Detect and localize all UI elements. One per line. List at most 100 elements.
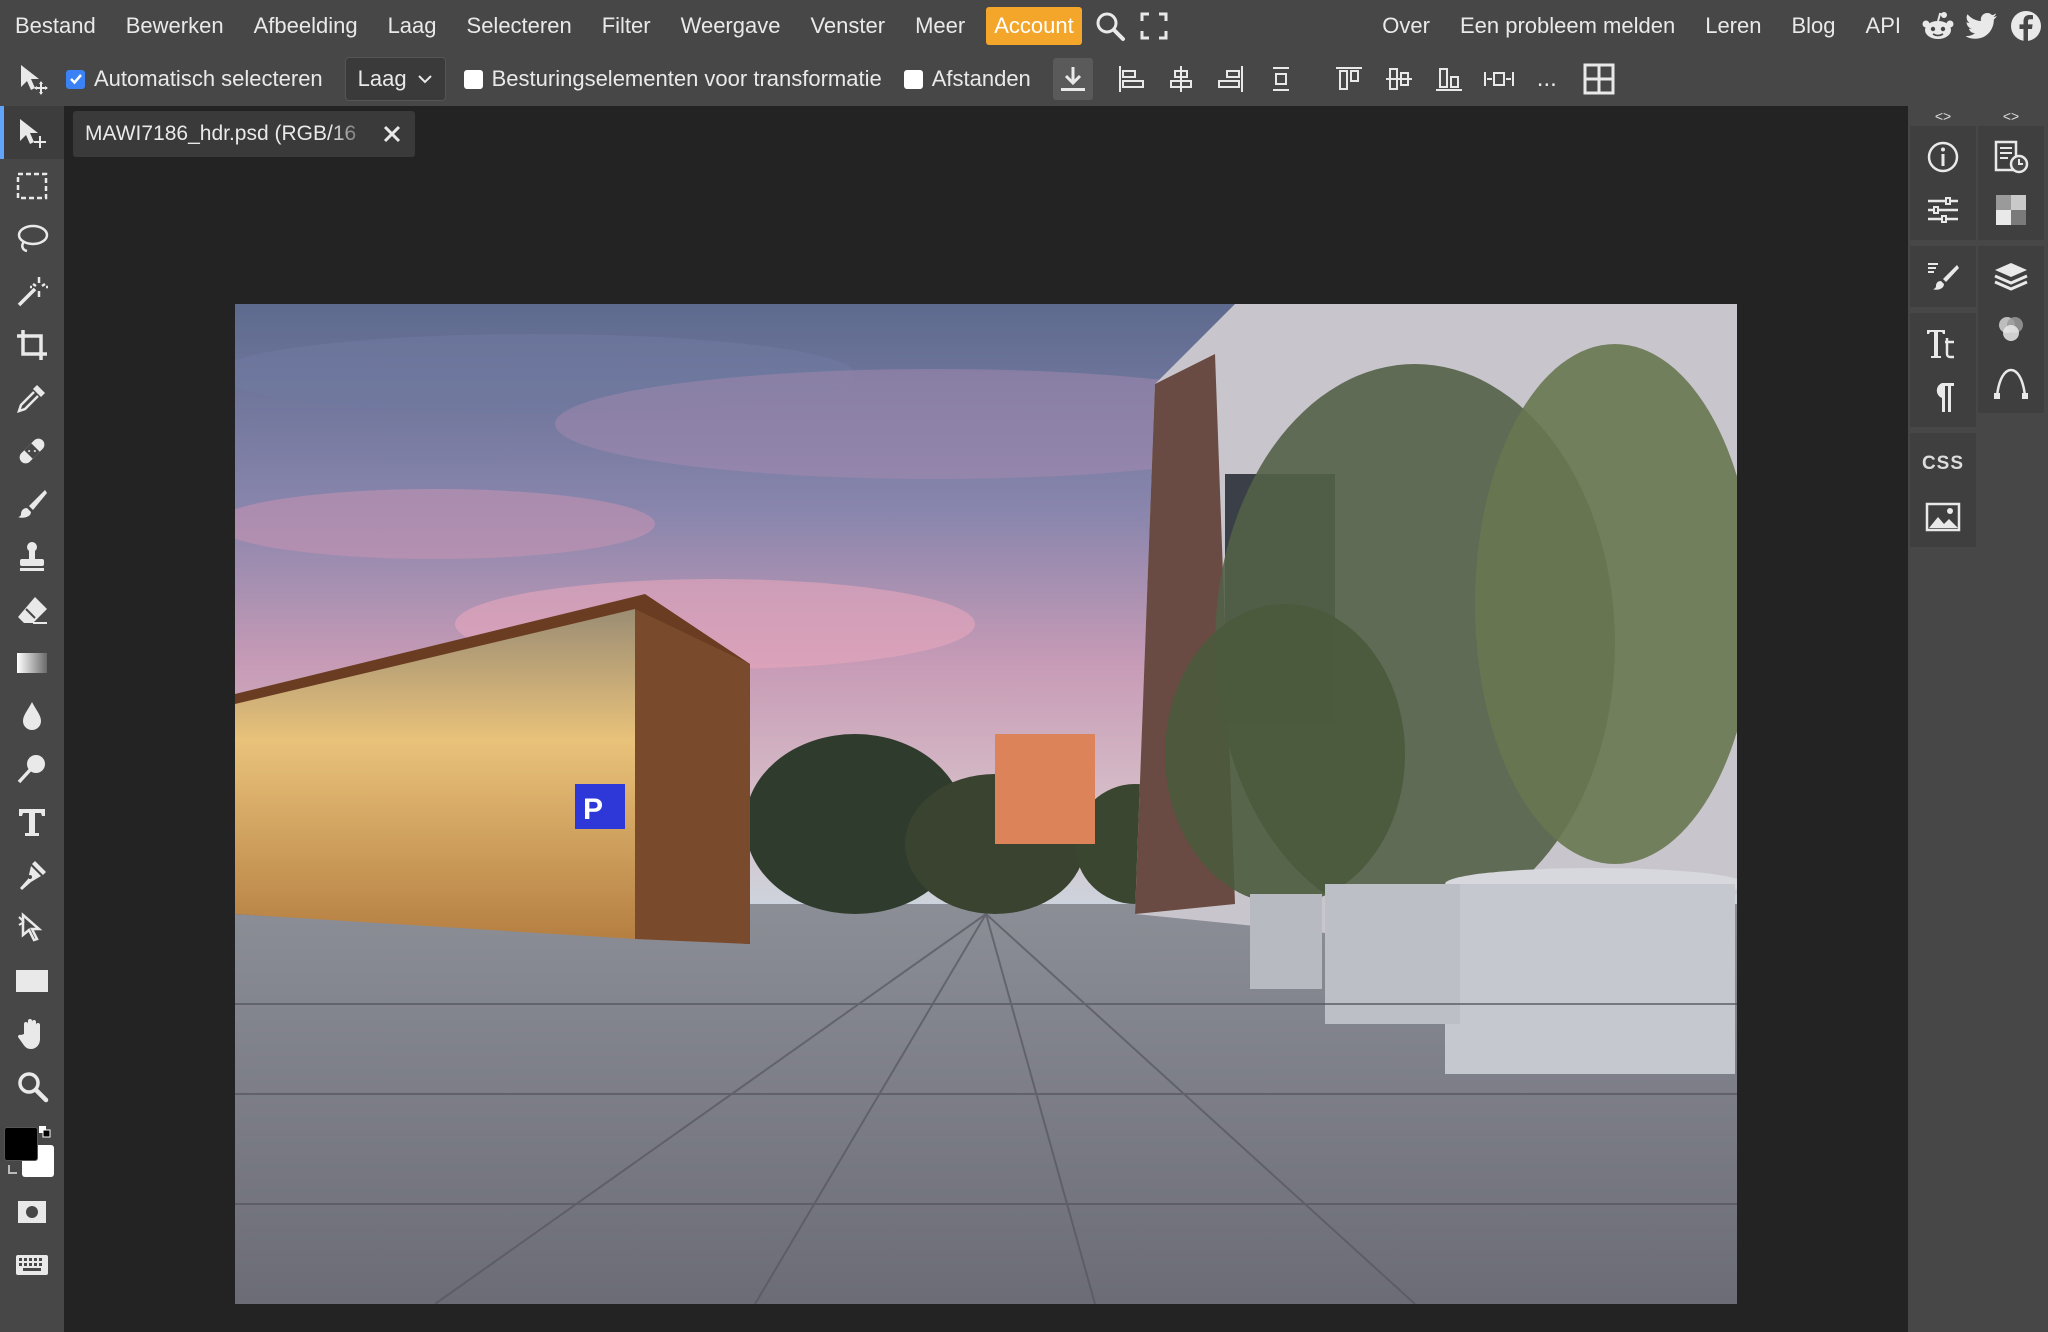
healing-tool[interactable] [0, 424, 64, 477]
menu-bestand[interactable]: Bestand [0, 0, 111, 52]
move-tool[interactable] [0, 106, 64, 159]
gradient-tool[interactable] [0, 636, 64, 689]
menu-filter[interactable]: Filter [587, 0, 666, 52]
menu-bar: Bestand Bewerken Afbeelding Laag Selecte… [0, 0, 2048, 52]
magic-wand-tool[interactable] [0, 265, 64, 318]
collapse-toggle[interactable]: <> [1978, 106, 2044, 126]
menu-report-problem[interactable]: Een probleem melden [1445, 0, 1690, 52]
history-icon[interactable] [1978, 130, 2044, 183]
clone-stamp-tool[interactable] [0, 530, 64, 583]
paragraph-icon[interactable] [1910, 370, 1976, 423]
swatches-icon[interactable] [1978, 183, 2044, 236]
download-icon[interactable] [1052, 58, 1093, 100]
path-select-tool[interactable] [0, 901, 64, 954]
marquee-icon [16, 172, 48, 199]
zoom-tool[interactable] [0, 1060, 64, 1113]
menu-afbeelding[interactable]: Afbeelding [239, 0, 373, 52]
menu-over[interactable]: Over [1367, 0, 1445, 52]
color-swatches[interactable] [0, 1113, 64, 1185]
tool-bar [0, 106, 64, 1332]
character-icon[interactable] [1910, 317, 1976, 370]
document-canvas[interactable]: P [235, 304, 1737, 1304]
zoom-icon [18, 1071, 49, 1102]
eraser-tool[interactable] [0, 583, 64, 636]
hand-tool[interactable] [0, 1007, 64, 1060]
image-icon[interactable] [1910, 490, 1976, 543]
brush-settings-icon[interactable] [1910, 250, 1976, 303]
checkbox-checked-icon [66, 69, 85, 89]
css-label: CSS [1921, 452, 1965, 474]
channels-icon[interactable] [1978, 303, 2044, 356]
pen-tool[interactable] [0, 848, 64, 901]
align-top-icon[interactable] [1329, 52, 1369, 106]
blur-tool[interactable] [0, 689, 64, 742]
align-bottom-icon[interactable] [1429, 52, 1469, 106]
menu-meer[interactable]: Meer [900, 0, 980, 52]
keyboard-tool[interactable] [0, 1238, 64, 1291]
adjustments-icon[interactable] [1910, 183, 1976, 236]
close-icon[interactable] [377, 119, 407, 149]
menu-api[interactable]: API [1851, 0, 1916, 52]
more-options[interactable]: ... [1537, 65, 1557, 93]
collapse-toggle[interactable]: <> [1910, 106, 1976, 126]
info-icon[interactable] [1910, 130, 1976, 183]
crop-tool[interactable] [0, 318, 64, 371]
dodge-tool[interactable] [0, 742, 64, 795]
svg-text:P: P [583, 793, 603, 826]
panel-group [1978, 126, 2044, 240]
document-tab-title: MAWI7186_hdr.psd (RGB/16 [85, 122, 357, 145]
rectangle-tool[interactable] [0, 954, 64, 1007]
align-left-icon[interactable] [1111, 52, 1151, 106]
eyedropper-tool[interactable] [0, 371, 64, 424]
auto-select-checkbox[interactable]: Automatisch selecteren [66, 66, 323, 92]
align-right-icon[interactable] [1211, 52, 1251, 106]
layers-icon[interactable] [1978, 250, 2044, 303]
menu-venster[interactable]: Venster [795, 0, 900, 52]
facebook-icon[interactable] [2004, 0, 2048, 52]
layer-select[interactable]: Laag [344, 57, 446, 101]
align-middle-vertical-icon[interactable] [1379, 52, 1419, 106]
paths-icon[interactable] [1978, 356, 2044, 409]
menu-bewerken[interactable]: Bewerken [111, 0, 239, 52]
align-center-horizontal-icon[interactable] [1161, 52, 1201, 106]
transform-controls-checkbox[interactable]: Besturingselementen voor transformatie [463, 66, 882, 92]
quick-mask-tool[interactable] [0, 1185, 64, 1238]
distribute-horizontal-icon[interactable] [1479, 52, 1519, 106]
type-tool[interactable] [0, 795, 64, 848]
grid-icon[interactable] [1579, 52, 1619, 106]
checkbox-unchecked-icon [463, 69, 483, 89]
eraser-icon [18, 596, 47, 624]
eyedropper-icon [17, 384, 45, 413]
lasso-icon [17, 224, 49, 252]
crop-icon [17, 329, 47, 360]
account-button[interactable]: Account [986, 7, 1082, 45]
reset-colors-icon[interactable] [6, 1163, 20, 1177]
search-icon[interactable] [1088, 0, 1132, 52]
path-select-icon [18, 911, 43, 942]
hand-icon [17, 1018, 40, 1049]
marquee-tool[interactable] [0, 159, 64, 212]
menu-leren[interactable]: Leren [1690, 0, 1776, 52]
menu-laag[interactable]: Laag [373, 0, 452, 52]
distances-checkbox[interactable]: Afstanden [903, 66, 1031, 92]
right-panels: <> CSS <> [1908, 106, 2048, 1332]
document-tab[interactable]: MAWI7186_hdr.psd (RGB/16 [73, 111, 415, 157]
lasso-tool[interactable] [0, 212, 64, 265]
swap-colors-icon[interactable] [38, 1125, 52, 1139]
twitter-icon[interactable] [1960, 0, 2004, 52]
brush-tool[interactable] [0, 477, 64, 530]
canvas-image: P [235, 304, 1737, 1304]
reddit-icon[interactable] [1916, 0, 1960, 52]
quick-mask-icon [18, 1200, 46, 1223]
menu-selecteren[interactable]: Selecteren [452, 0, 587, 52]
dodge-icon [17, 754, 45, 783]
menu-weergave[interactable]: Weergave [666, 0, 796, 52]
distribute-vertical-icon[interactable] [1261, 52, 1301, 106]
rectangle-icon [16, 969, 48, 992]
menu-blog[interactable]: Blog [1776, 0, 1850, 52]
fullscreen-icon[interactable] [1132, 0, 1176, 52]
foreground-color-swatch[interactable] [4, 1127, 38, 1161]
chevron-down-icon [417, 75, 432, 84]
css-icon[interactable]: CSS [1910, 437, 1976, 490]
options-bar: Automatisch selecteren Laag Besturingsel… [0, 52, 2048, 107]
